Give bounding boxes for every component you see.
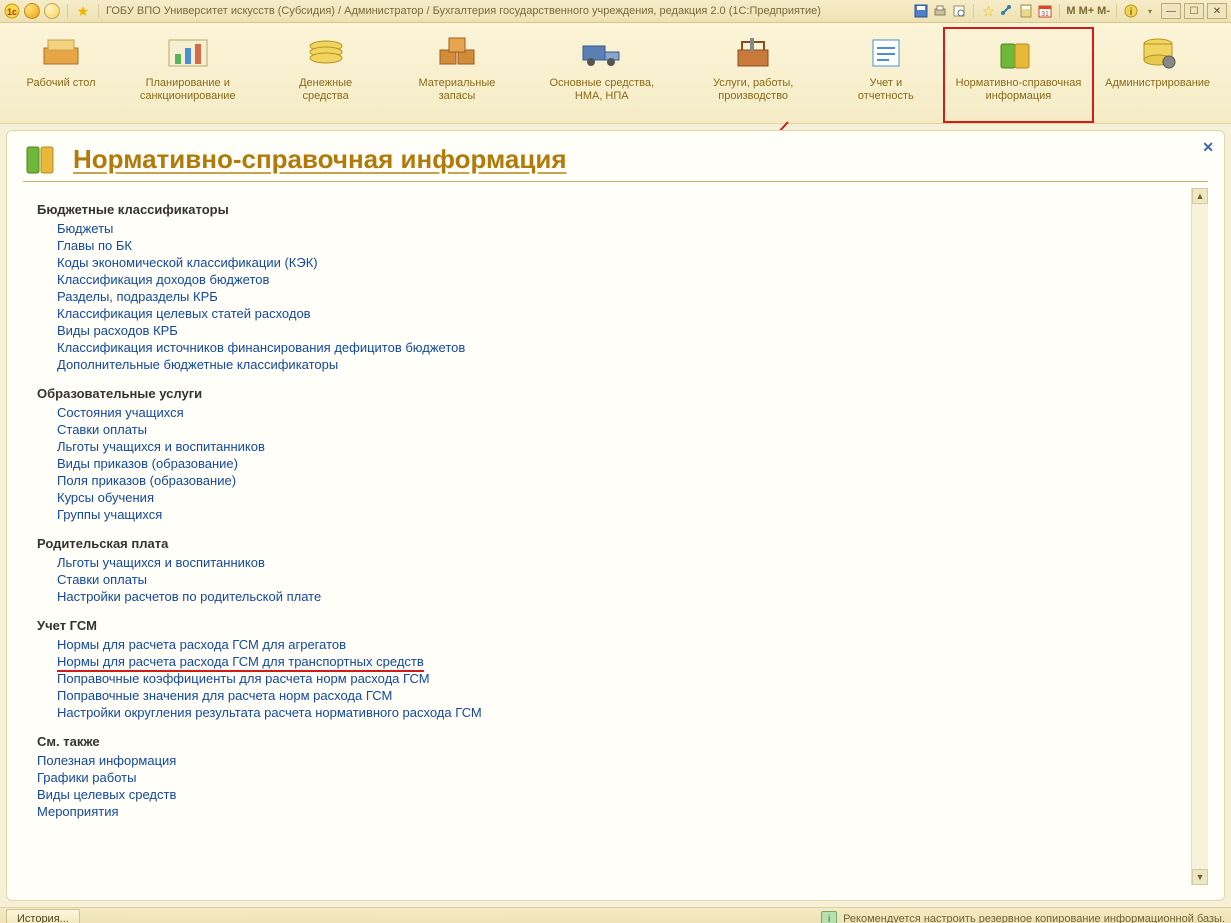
nav-link[interactable]: Настройки расчетов по родительской плате [57, 589, 321, 604]
memory-m-button[interactable]: M [1066, 5, 1075, 17]
svg-text:i: i [1130, 7, 1133, 18]
folders-icon [994, 33, 1042, 73]
nav-link[interactable]: Коды экономической классификации (КЭК) [57, 255, 318, 270]
nav-link[interactable]: Дополнительные бюджетные классификаторы [57, 357, 338, 372]
link-group-2: Родительская плата Льготы учащихся и восп… [37, 536, 1188, 604]
section-services[interactable]: Услуги, работы, производство [677, 27, 828, 123]
server-icon [1134, 33, 1182, 73]
calendar-icon[interactable]: 31 [1037, 3, 1053, 19]
nav-link[interactable]: Ставки оплаты [57, 572, 147, 587]
content-panel: ✕ Нормативно-справочная информация Бюдже… [6, 130, 1225, 901]
section-desktop[interactable]: Рабочий стол [10, 27, 112, 123]
svg-text:1c: 1c [7, 7, 17, 17]
group-title: Бюджетные классификаторы [37, 202, 1188, 217]
nav-link[interactable]: Поправочные коэффициенты для расчета нор… [57, 671, 430, 686]
link-group-3: Учет ГСМ Нормы для расчета расхода ГСМ дл… [37, 618, 1188, 720]
favorite-star-icon[interactable]: ★ [75, 3, 91, 19]
section-materials[interactable]: Материальные запасы [388, 27, 526, 123]
calculator-icon[interactable] [1018, 3, 1034, 19]
print-preview-icon[interactable] [951, 3, 967, 19]
dropdown-icon[interactable]: ▾ [1142, 3, 1158, 19]
nav-link[interactable]: Поля приказов (образование) [57, 473, 236, 488]
nav-link[interactable]: Группы учащихся [57, 507, 162, 522]
nav-link[interactable]: Классификация целевых статей расходов [57, 306, 311, 321]
chart-icon [164, 33, 212, 73]
nav-link[interactable]: Графики работы [37, 770, 136, 785]
nav-link[interactable]: Классификация доходов бюджетов [57, 272, 269, 287]
link-group-0: Бюджетные классификаторы Бюджеты Главы по … [37, 202, 1188, 372]
money-stack-icon [302, 33, 350, 73]
nav-link-highlighted[interactable]: Нормы для расчета расхода ГСМ для трансп… [57, 654, 424, 672]
scroll-up-button[interactable]: ▲ [1192, 188, 1208, 204]
link-icon[interactable] [999, 3, 1015, 19]
status-hint: Рекомендуется настроить резервное копиро… [843, 913, 1225, 923]
nav-link[interactable]: Виды приказов (образование) [57, 456, 238, 471]
nav-back-icon[interactable] [24, 3, 40, 19]
minimize-button[interactable]: — [1161, 3, 1181, 19]
nav-link[interactable]: Настройки округления результата расчета … [57, 705, 482, 720]
info-icon[interactable]: i [1123, 3, 1139, 19]
memory-mminus-button[interactable]: M- [1097, 5, 1110, 17]
close-panel-button[interactable]: ✕ [1202, 139, 1214, 156]
print-icon[interactable] [932, 3, 948, 19]
section-reference-info[interactable]: Нормативно-справочная информация [943, 27, 1094, 123]
status-info-icon: i [821, 911, 837, 923]
nav-link[interactable]: Виды расходов КРБ [57, 323, 178, 338]
history-button[interactable]: История... [6, 909, 80, 923]
group-title: Образовательные услуги [37, 386, 1188, 401]
page-title: Нормативно-справочная информация [73, 144, 567, 175]
nav-link[interactable]: Льготы учащихся и воспитанников [57, 439, 265, 454]
nav-forward-icon[interactable] [44, 3, 60, 19]
nav-link[interactable]: Виды целевых средств [37, 787, 176, 802]
svg-text:31: 31 [1042, 11, 1050, 18]
link-group-1: Образовательные услуги Состояния учащихся… [37, 386, 1188, 522]
nav-link[interactable]: Полезная информация [37, 753, 176, 768]
group-title: Учет ГСМ [37, 618, 1188, 633]
section-assets[interactable]: Основные средства, НМА, НПА [526, 27, 677, 123]
toolbox-icon [729, 33, 777, 73]
nav-link[interactable]: Ставки оплаты [57, 422, 147, 437]
nav-link[interactable]: Льготы учащихся и воспитанников [57, 555, 265, 570]
nav-link[interactable]: Главы по БК [57, 238, 132, 253]
status-bar: История... i Рекомендуется настроить рез… [0, 907, 1231, 923]
close-window-button[interactable]: ✕ [1207, 3, 1227, 19]
nav-link[interactable]: Поправочные значения для расчета норм ра… [57, 688, 392, 703]
nav-link[interactable]: Мероприятия [37, 804, 119, 819]
link-group-4: См. также Полезная информация Графики рабо… [37, 734, 1188, 819]
report-icon [862, 33, 910, 73]
nav-link[interactable]: Бюджеты [57, 221, 113, 236]
page-heading-icon [23, 141, 63, 177]
nav-link[interactable]: Разделы, подразделы КРБ [57, 289, 218, 304]
section-admin[interactable]: Администрирование [1094, 27, 1221, 123]
save-icon[interactable] [913, 3, 929, 19]
sections-toolbar: Рабочий стол Планирование и санкциониров… [0, 23, 1231, 124]
nav-link[interactable]: Курсы обучения [57, 490, 154, 505]
desktop-icon [37, 33, 85, 73]
app-1c-icon: 1c [4, 3, 20, 19]
favorites-icon[interactable]: ☆ [980, 3, 996, 19]
nav-link[interactable]: Классификация источников финансирования … [57, 340, 465, 355]
nav-link[interactable]: Нормы для расчета расхода ГСМ для агрега… [57, 637, 346, 652]
window-title: ГОБУ ВПО Университет искусств (Субсидия)… [106, 5, 909, 17]
vertical-scrollbar[interactable]: ▲ ▼ [1191, 188, 1208, 885]
memory-mplus-button[interactable]: M+ [1079, 5, 1095, 17]
scroll-down-button[interactable]: ▼ [1192, 869, 1208, 885]
section-accounting[interactable]: Учет и отчетность [829, 27, 943, 123]
section-planning[interactable]: Планирование и санкционирование [112, 27, 263, 123]
window-titlebar: 1c ★ ГОБУ ВПО Университет искусств (Субс… [0, 0, 1231, 23]
group-title: См. также [37, 734, 1188, 749]
section-money[interactable]: Денежные средства [263, 27, 387, 123]
boxes-icon [433, 33, 481, 73]
nav-link[interactable]: Состояния учащихся [57, 405, 184, 420]
truck-icon [578, 33, 626, 73]
maximize-button[interactable]: ☐ [1184, 3, 1204, 19]
group-title: Родительская плата [37, 536, 1188, 551]
